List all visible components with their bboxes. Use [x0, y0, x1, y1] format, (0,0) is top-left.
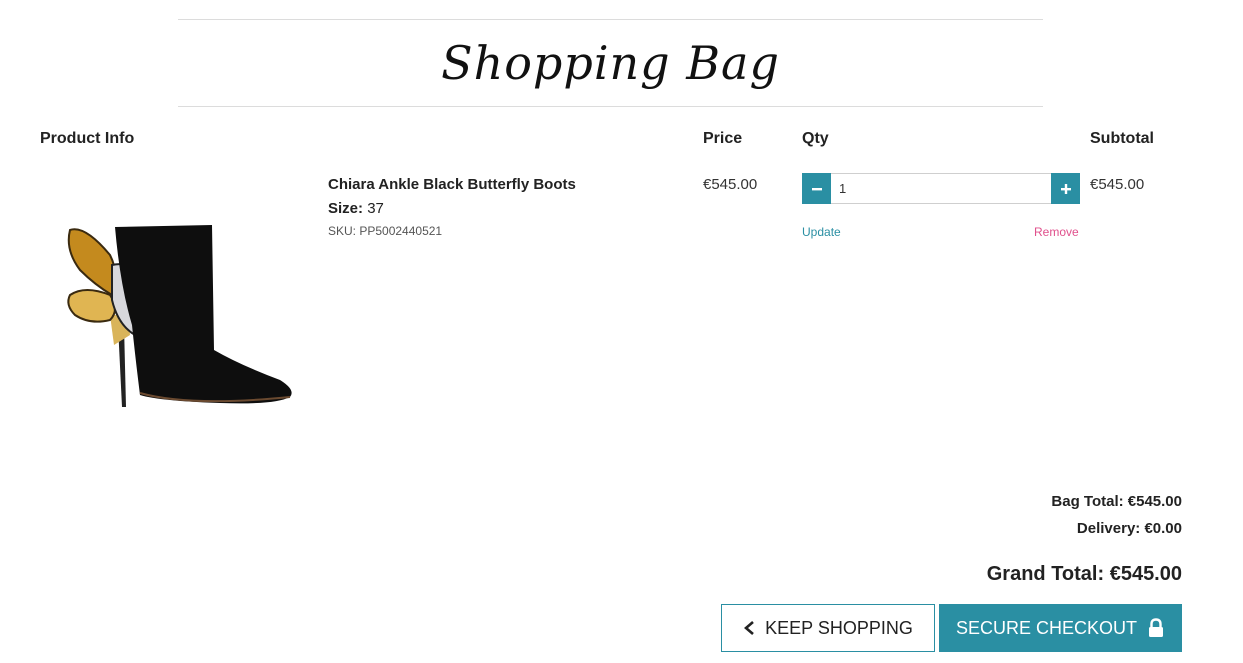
- title-band: Shopping Bag: [178, 19, 1043, 107]
- secure-checkout-button[interactable]: SECURE CHECKOUT: [939, 604, 1182, 652]
- product-name[interactable]: Chiara Ankle Black Butterfly Boots: [328, 176, 576, 193]
- chevron-left-icon: [743, 620, 755, 636]
- size-value: 37: [367, 200, 384, 217]
- header-subtotal: Subtotal: [1090, 130, 1154, 147]
- lock-icon: [1147, 618, 1165, 638]
- quantity-input[interactable]: [831, 173, 1051, 204]
- secure-checkout-label: SECURE CHECKOUT: [955, 617, 1138, 638]
- decrement-button[interactable]: [802, 173, 831, 204]
- quantity-stepper: [802, 173, 1080, 204]
- plus-icon: [1060, 183, 1072, 195]
- size-label: Size:: [328, 200, 364, 217]
- update-link[interactable]: Update: [802, 225, 841, 239]
- delivery-total: Delivery: €0.00: [1076, 520, 1182, 537]
- increment-button[interactable]: [1051, 173, 1080, 204]
- bag-total: Bag Total: €545.00: [1051, 493, 1182, 510]
- remove-link[interactable]: Remove: [1034, 225, 1079, 239]
- page-title: Shopping Bag: [441, 36, 780, 90]
- header-product-info: Product Info: [40, 130, 135, 147]
- grand-total: Grand Total: €545.00: [986, 563, 1182, 585]
- product-size: Size: 37: [328, 200, 384, 217]
- product-image[interactable]: [40, 175, 310, 435]
- shopping-bag-page: Shopping Bag Product Info Price Qty Subt…: [0, 0, 1243, 663]
- header-price: Price: [703, 130, 743, 147]
- minus-icon: [811, 183, 823, 195]
- header-qty: Qty: [802, 130, 829, 147]
- keep-shopping-label: KEEP SHOPPING: [765, 617, 913, 638]
- item-subtotal: €545.00: [1090, 176, 1145, 193]
- product-sku: SKU: PP5002440521: [328, 224, 443, 238]
- keep-shopping-button[interactable]: KEEP SHOPPING: [721, 604, 935, 652]
- boot-image: [67, 225, 292, 407]
- item-price: €545.00: [703, 176, 758, 193]
